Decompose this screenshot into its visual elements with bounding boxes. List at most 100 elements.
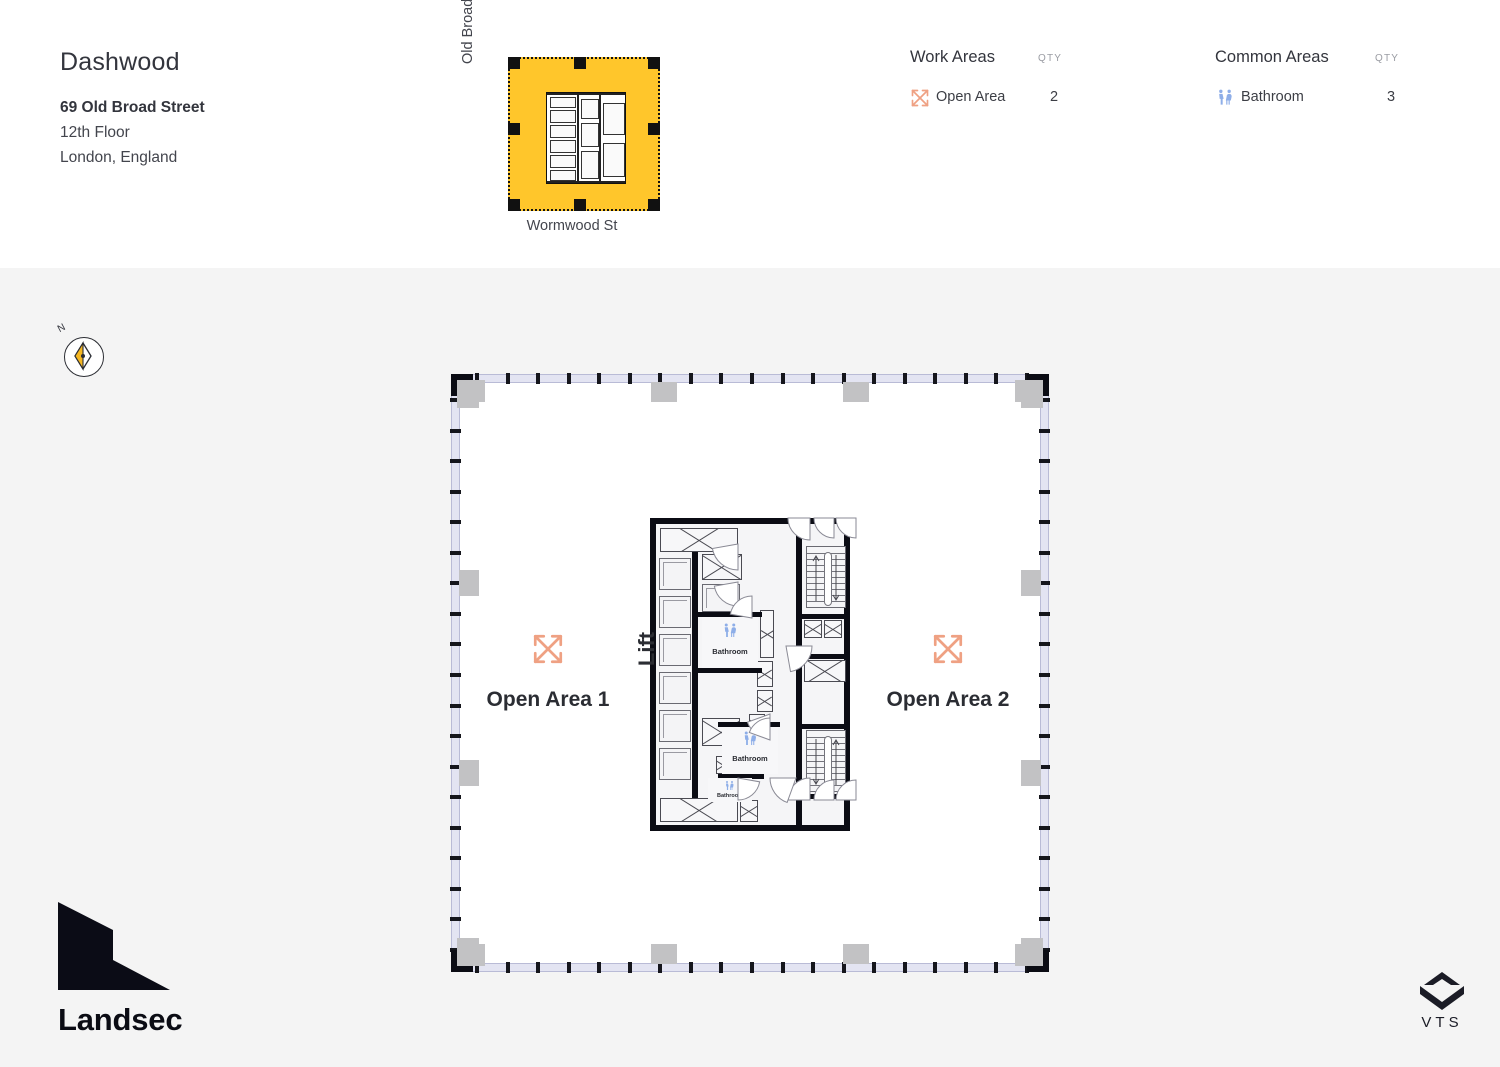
floor-line: 12th Floor <box>60 124 130 142</box>
mullion-tick <box>903 373 907 384</box>
open-area-icon <box>931 632 965 666</box>
mullion-tick <box>1039 490 1050 494</box>
door-swing <box>835 779 857 801</box>
mullion-tick <box>1039 612 1050 616</box>
door-swing <box>813 779 835 801</box>
vts-logo: VTS <box>1404 968 1480 1038</box>
mullion-tick <box>719 962 723 973</box>
keyplan-column <box>574 57 586 69</box>
mullion-tick <box>567 373 571 384</box>
corner-cap <box>1043 950 1049 972</box>
legend-qty-bathroom: 3 <box>1387 89 1396 105</box>
mullion-tick <box>1039 826 1050 830</box>
mullion-tick <box>450 612 461 616</box>
mullion-tick <box>450 795 461 799</box>
mullion-tick <box>567 962 571 973</box>
keyplan-floorplate <box>508 57 660 211</box>
door-swing <box>711 543 739 571</box>
mullion-tick <box>994 373 998 384</box>
mullion-tick <box>536 373 540 384</box>
keyplan-column <box>574 199 586 211</box>
mullion-tick <box>811 373 815 384</box>
corner-column-se <box>1021 938 1043 966</box>
mullion-tick <box>450 917 461 921</box>
mullion-tick <box>689 962 693 973</box>
mullion-tick <box>450 734 461 738</box>
mullion-tick <box>933 373 937 384</box>
corner-column-ne <box>1021 380 1043 408</box>
legend-qty-open-area: 2 <box>1050 89 1059 105</box>
city-line: London, England <box>60 149 178 167</box>
door-swing <box>737 777 761 801</box>
mullion-tick <box>872 962 876 973</box>
door-swing <box>785 645 813 673</box>
mullion-tick <box>450 887 461 891</box>
building-core: Bathroom Bathroom Bathroom Lift <box>634 517 857 831</box>
mullion-tick <box>933 962 937 973</box>
keyplan-street-label-bottom: Wormwood St <box>526 218 618 234</box>
legend-title-common: Common Areas <box>1215 48 1329 66</box>
open-area-icon <box>910 88 930 108</box>
perimeter-column <box>459 570 479 596</box>
open-area-marker-1[interactable]: Open Area 1 <box>453 632 643 712</box>
perimeter-column <box>651 944 677 964</box>
mullion-tick <box>1039 520 1050 524</box>
landsec-wordmark: Landsec <box>58 1002 183 1037</box>
mullion-tick <box>450 490 461 494</box>
mullion-tick <box>628 962 632 973</box>
open-area-label: Open Area 1 <box>486 688 610 711</box>
mullion-tick <box>628 373 632 384</box>
mullion-tick <box>872 373 876 384</box>
legend-label-open-area: Open Area <box>936 89 1006 105</box>
mullion-tick <box>536 962 540 973</box>
mullion-tick <box>1039 734 1050 738</box>
mullion-tick <box>450 551 461 555</box>
corner-column-sw <box>457 938 479 966</box>
mullion-tick <box>719 373 723 384</box>
mullion-tick <box>450 429 461 433</box>
vts-mark-icon <box>1420 972 1464 1010</box>
door-swing <box>787 517 811 541</box>
perimeter-column <box>843 944 869 964</box>
mullion-tick <box>450 520 461 524</box>
perimeter-column <box>1021 570 1041 596</box>
mullion-tick <box>1039 887 1050 891</box>
open-area-label: Open Area 2 <box>886 688 1010 711</box>
keyplan-column <box>648 57 660 69</box>
mullion-tick <box>1039 917 1050 921</box>
header-bar: Dashwood 69 Old Broad Street 12th Floor … <box>0 0 1500 268</box>
title-block: Dashwood 69 Old Broad Street 12th Floor … <box>60 50 205 170</box>
mullion-tick <box>781 373 785 384</box>
door-swing <box>713 581 739 607</box>
legend-qty-header: QTY <box>1375 53 1400 64</box>
mullion-tick <box>689 373 693 384</box>
open-area-marker-2[interactable]: Open Area 2 <box>853 632 1043 712</box>
mullion-tick <box>450 459 461 463</box>
mullion-tick <box>1039 429 1050 433</box>
keyplan-core <box>546 92 626 184</box>
mullion-tick <box>597 373 601 384</box>
keyplan-column <box>508 199 520 211</box>
perimeter-column <box>843 382 869 402</box>
compass-needle <box>74 341 92 371</box>
bathroom-icon <box>1215 88 1235 108</box>
perimeter-column <box>459 760 479 786</box>
compass-rose: N <box>56 322 118 386</box>
legend-qty-header: QTY <box>1038 53 1063 64</box>
mullion-tick <box>450 826 461 830</box>
mullion-tick <box>1039 795 1050 799</box>
legend-label-bathroom: Bathroom <box>1241 89 1304 105</box>
open-area-icon <box>531 632 565 666</box>
mullion-tick <box>811 962 815 973</box>
floorplan-canvas[interactable]: N Bathroom Bathroom Bathroom Lift Open A… <box>0 268 1500 1067</box>
mullion-tick <box>964 962 968 973</box>
door-swing <box>813 517 835 539</box>
mullion-tick <box>1039 551 1050 555</box>
landsec-logo: Landsec <box>58 902 218 1042</box>
mullion-tick <box>450 856 461 860</box>
mullion-tick <box>506 962 510 973</box>
mullion-tick <box>506 373 510 384</box>
address-line: 69 Old Broad Street <box>60 99 205 116</box>
mullion-tick <box>964 373 968 384</box>
perimeter-column <box>1021 760 1041 786</box>
